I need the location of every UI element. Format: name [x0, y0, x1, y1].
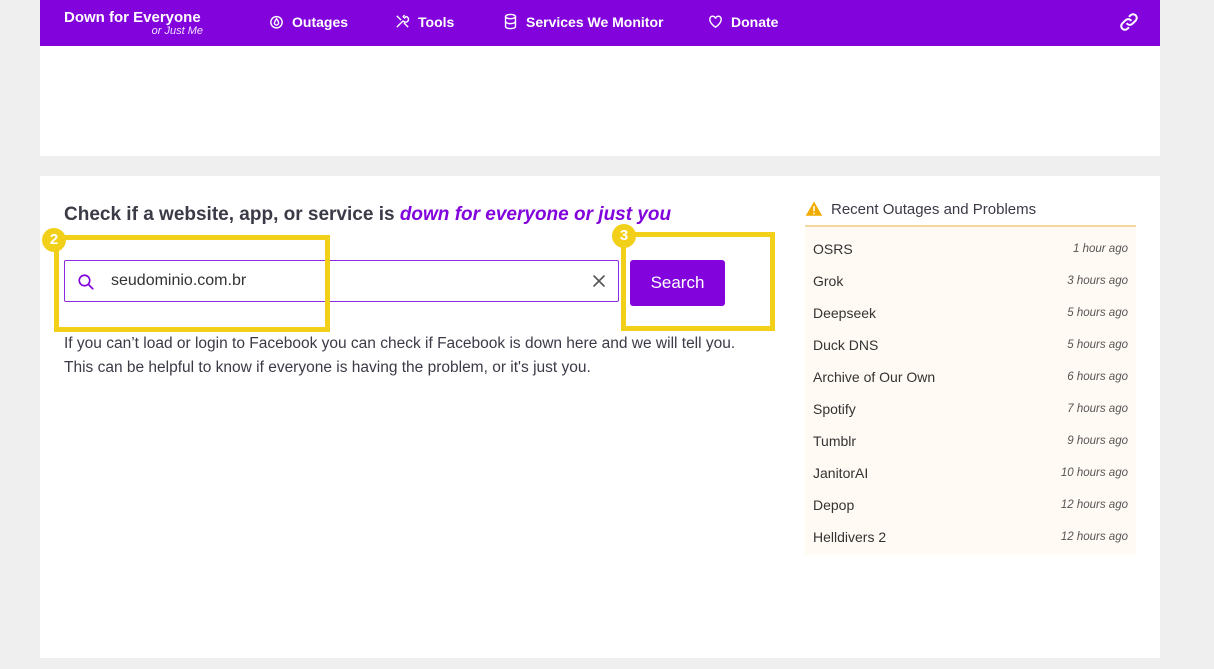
outage-time: 12 hours ago	[1060, 499, 1128, 511]
recent-outages-list: OSRS 1 hour ago Grok 3 hours ago Deepseek 5…	[805, 227, 1136, 555]
list-item[interactable]: Depop 12 hours ago	[805, 489, 1136, 521]
service-name: Helldivers 2	[813, 529, 887, 545]
brand-name: Down for Everyone	[64, 9, 201, 26]
outage-time: 12 hours ago	[1060, 531, 1128, 543]
service-name: Tumblr	[813, 433, 857, 449]
outage-time: 1 hour ago	[1073, 243, 1128, 255]
warning-icon	[805, 201, 823, 216]
list-item[interactable]: Spotify 7 hours ago	[805, 393, 1136, 425]
highlight-box-search-button	[621, 232, 775, 331]
service-name: Archive of Our Own	[813, 369, 936, 385]
service-name: OSRS	[813, 241, 853, 257]
list-item[interactable]: OSRS 1 hour ago	[805, 233, 1136, 265]
top-navbar: Down for Everyone or Just Me Outages Too…	[40, 0, 1160, 46]
service-name: Duck DNS	[813, 337, 879, 353]
close-icon[interactable]	[592, 274, 606, 288]
step-badge-3: 3	[612, 224, 636, 248]
heart-icon	[709, 15, 722, 29]
nav-services-label: Services We Monitor	[526, 13, 664, 30]
service-name: Deepseek	[813, 305, 877, 321]
nav-services[interactable]: Services We Monitor	[502, 13, 663, 30]
nav-outages-label: Outages	[292, 13, 349, 30]
database-icon	[504, 13, 517, 30]
nav-tools[interactable]: Tools	[394, 13, 454, 30]
tools-icon	[396, 14, 410, 28]
recent-outages-title: Recent Outages and Problems	[831, 200, 1037, 218]
headline-text: Check if a website, app, or service is	[64, 204, 400, 225]
brand-tagline: or Just Me	[151, 25, 203, 37]
description-text: If you can’t load or login to Facebook y…	[64, 335, 736, 376]
page-headline: Check if a website, app, or service is d…	[64, 204, 671, 226]
recent-outages-panel: Recent Outages and Problems OSRS 1 hour a…	[805, 200, 1136, 555]
outage-time: 9 hours ago	[1067, 435, 1128, 447]
nav-tools-label: Tools	[418, 13, 455, 30]
service-name: Depop	[813, 497, 855, 513]
outage-time: 7 hours ago	[1067, 403, 1128, 415]
outage-time: 5 hours ago	[1067, 307, 1128, 319]
outage-time: 5 hours ago	[1067, 339, 1128, 351]
site-logo[interactable]: Down for Everyone or Just Me	[64, 10, 214, 37]
step-badge-2: 2	[42, 228, 66, 252]
outage-time: 3 hours ago	[1067, 275, 1128, 287]
nav-outages[interactable]: Outages	[268, 13, 348, 30]
headline-accent: down for everyone or just you	[399, 204, 672, 225]
service-name: Grok	[813, 273, 844, 289]
link-icon[interactable]	[1118, 11, 1140, 33]
list-item[interactable]: Tumblr 9 hours ago	[805, 425, 1136, 457]
list-item[interactable]: JanitorAI 10 hours ago	[805, 457, 1136, 489]
service-name: Spotify	[813, 401, 856, 417]
nav-donate-label: Donate	[731, 13, 779, 30]
flame-icon	[270, 15, 283, 29]
outage-time: 6 hours ago	[1067, 371, 1128, 383]
outage-time: 10 hours ago	[1060, 467, 1128, 479]
list-item[interactable]: Deepseek 5 hours ago	[805, 297, 1136, 329]
nav-donate[interactable]: Donate	[707, 13, 778, 30]
recent-outages-header: Recent Outages and Problems	[805, 200, 1136, 227]
list-item[interactable]: Grok 3 hours ago	[805, 265, 1136, 297]
list-item[interactable]: Helldivers 2 12 hours ago	[805, 521, 1136, 553]
top-panel	[40, 46, 1160, 156]
service-name: JanitorAI	[813, 465, 869, 481]
list-item[interactable]: Duck DNS 5 hours ago	[805, 329, 1136, 361]
list-item[interactable]: Archive of Our Own 6 hours ago	[805, 361, 1136, 393]
main-panel: Check if a website, app, or service is d…	[40, 176, 1160, 658]
highlight-box-search-input	[54, 235, 330, 332]
